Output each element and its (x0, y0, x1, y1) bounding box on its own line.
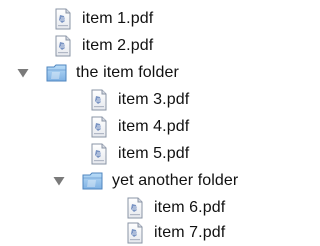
tree-row-the-item-folder[interactable]: the item folder (16, 60, 179, 86)
file-name-label: item 6.pdf (154, 199, 226, 216)
file-name-label: item 5.pdf (118, 145, 190, 162)
file-name-label: item 1.pdf (82, 10, 154, 27)
pdf-file-icon (52, 7, 74, 31)
tree-row-item-2-pdf[interactable]: item 2.pdf (52, 33, 153, 59)
pdf-file-icon (52, 34, 74, 58)
file-name-label: item 3.pdf (118, 91, 190, 108)
file-name-label: item 7.pdf (154, 224, 226, 241)
tree-row-item-7-pdf[interactable]: item 7.pdf (124, 220, 225, 246)
file-name-label: item 2.pdf (82, 37, 154, 54)
folder-icon (82, 169, 104, 193)
pdf-file-icon (88, 115, 110, 139)
tree-row-item-6-pdf[interactable]: item 6.pdf (124, 195, 225, 221)
folder-icon (46, 61, 68, 85)
tree-row-item-3-pdf[interactable]: item 3.pdf (88, 87, 189, 113)
file-name-label: item 4.pdf (118, 118, 190, 135)
folder-name-label: the item folder (76, 64, 179, 81)
disclosure-triangle-expanded-icon[interactable] (16, 66, 30, 80)
tree-row-yet-another-folder[interactable]: yet another folder (52, 168, 238, 194)
pdf-file-icon (88, 88, 110, 112)
pdf-file-icon (88, 142, 110, 166)
folder-name-label: yet another folder (112, 172, 239, 189)
file-tree: item 1.pdf item 2.pdf the item folder it… (0, 0, 283, 246)
pdf-file-icon (124, 196, 146, 220)
pdf-file-icon (124, 221, 146, 245)
disclosure-triangle-expanded-icon[interactable] (52, 174, 66, 188)
tree-row-item-4-pdf[interactable]: item 4.pdf (88, 114, 189, 140)
tree-row-item-1-pdf[interactable]: item 1.pdf (52, 6, 153, 32)
tree-row-item-5-pdf[interactable]: item 5.pdf (88, 141, 189, 167)
